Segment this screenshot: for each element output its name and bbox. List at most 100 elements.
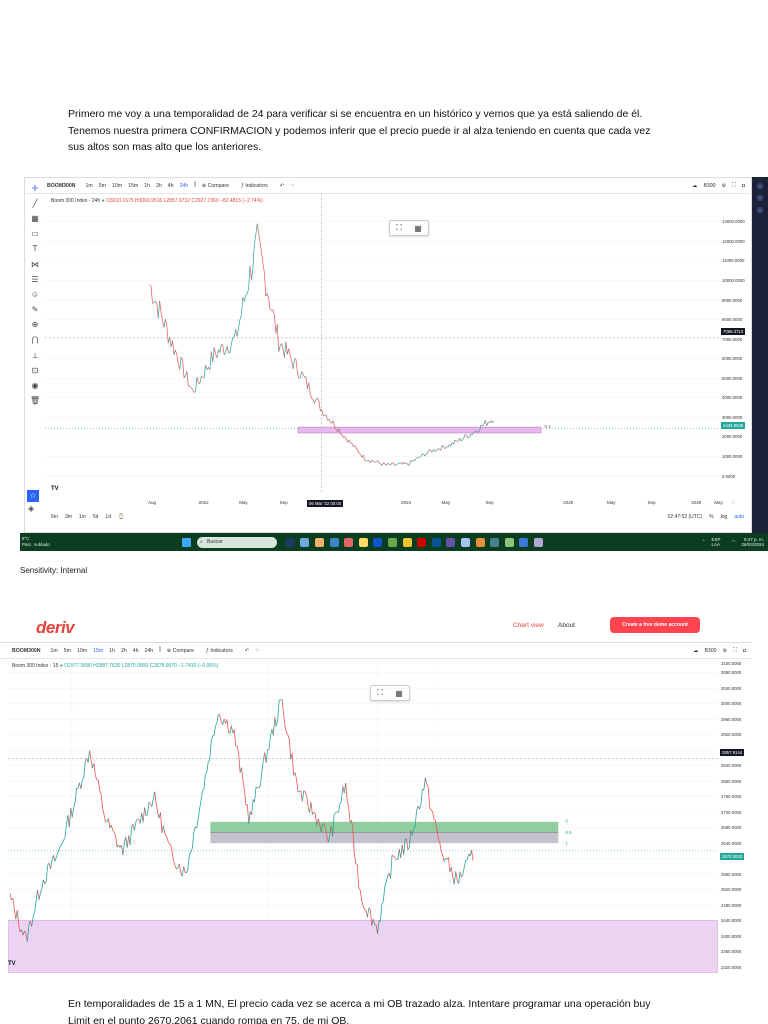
clock[interactable]: 9:47 p. m. 26/03/2024 bbox=[741, 537, 764, 548]
taskbar-search[interactable]: ⌕ Buscar bbox=[197, 536, 277, 548]
settings-icon[interactable]: ⚙ bbox=[723, 648, 728, 654]
range-1m[interactable]: 1m bbox=[79, 514, 86, 520]
currency-selector[interactable]: B300 bbox=[704, 648, 716, 654]
timeframe-15m[interactable]: 15m bbox=[93, 648, 103, 654]
range-3m[interactable]: 3m bbox=[65, 514, 72, 520]
taskbar-app-icon[interactable] bbox=[329, 537, 339, 547]
taskbar-app-icon[interactable] bbox=[402, 537, 412, 547]
currency-selector[interactable]: B300 bbox=[703, 183, 715, 189]
timeframe-10m[interactable]: 10m bbox=[112, 183, 122, 189]
percent-toggle[interactable]: % bbox=[709, 514, 713, 520]
timeframe-10m[interactable]: 10m bbox=[77, 648, 87, 654]
sidebar-dot-icon[interactable] bbox=[757, 207, 763, 213]
range-5d[interactable]: 5d bbox=[93, 514, 99, 520]
deriv-logo[interactable]: deriv bbox=[36, 618, 75, 638]
redo-icon[interactable]: ↷ bbox=[290, 183, 294, 189]
taskbar-app-icon[interactable] bbox=[446, 537, 456, 547]
taskbar-app-icon[interactable] bbox=[533, 537, 543, 547]
layers-icon[interactable]: ◈ bbox=[28, 504, 34, 513]
compare-button[interactable]: ⊕ Compare bbox=[167, 648, 200, 654]
auto-toggle[interactable]: auto bbox=[734, 514, 744, 520]
chart1-plot[interactable]: 0.1 TV bbox=[45, 194, 720, 494]
taskbar-app-icon[interactable] bbox=[431, 537, 441, 547]
taskbar-app-icon[interactable] bbox=[314, 537, 324, 547]
timeframe-4h[interactable]: 4h bbox=[133, 648, 139, 654]
taskbar-app-icon[interactable] bbox=[344, 537, 354, 547]
taskbar-app-icon[interactable] bbox=[300, 537, 310, 547]
taskbar-app-icon[interactable] bbox=[519, 537, 529, 547]
timeframe-4h[interactable]: 4h bbox=[168, 183, 174, 189]
text-icon[interactable]: T bbox=[30, 244, 40, 254]
create-demo-account-button[interactable]: Create a free demo account bbox=[610, 617, 700, 633]
taskbar-app-icon[interactable] bbox=[460, 537, 470, 547]
range-6m[interactable]: 6m bbox=[51, 514, 58, 520]
magnet-icon[interactable]: ⋂ bbox=[30, 335, 40, 345]
range-1d[interactable]: 1d bbox=[105, 514, 111, 520]
taskbar-app-icon[interactable] bbox=[490, 537, 500, 547]
zoom-icon[interactable]: ⊕ bbox=[30, 320, 40, 330]
chart1-reset-icon[interactable]: ◌ bbox=[731, 499, 735, 506]
timeframe-24h[interactable]: 24h bbox=[145, 648, 154, 654]
cloud-icon[interactable]: ☁ bbox=[692, 183, 697, 189]
ruler-icon[interactable]: ⟂ bbox=[30, 351, 40, 361]
cloud-icon[interactable]: ☁ bbox=[693, 648, 698, 654]
log-toggle[interactable]: log bbox=[721, 514, 728, 520]
utc-clock[interactable]: 02:47:52 (UTC) bbox=[668, 514, 702, 520]
undo-icon[interactable]: ↶ bbox=[280, 183, 284, 189]
camera-icon[interactable]: ◘ bbox=[742, 183, 745, 189]
chart-view-link[interactable]: Chart view bbox=[513, 622, 544, 629]
trash-icon[interactable]: 🗑 bbox=[30, 396, 40, 406]
timeframe-1m[interactable]: 1m bbox=[86, 183, 93, 189]
fib-icon[interactable]: ☰ bbox=[30, 275, 40, 285]
candle-type-icon[interactable]: ⫿ bbox=[159, 647, 161, 654]
timeframe-5m[interactable]: 5m bbox=[99, 183, 106, 189]
crosshair-icon[interactable]: ✛ bbox=[30, 184, 40, 194]
taskbar-app-icon[interactable] bbox=[373, 537, 383, 547]
emoji-icon[interactable]: ☺ bbox=[30, 290, 40, 300]
timeframe-24h[interactable]: 24h bbox=[180, 183, 189, 189]
compare-button[interactable]: ⊕ Compare bbox=[202, 183, 235, 189]
chart2-plot[interactable]: 00.51 bbox=[8, 659, 718, 973]
date-range-icon[interactable]: ⌚ bbox=[118, 514, 124, 520]
chart1-symbol[interactable]: BOOM300N bbox=[47, 183, 76, 189]
taskbar-app-icon[interactable] bbox=[504, 537, 514, 547]
language-indicator[interactable]: ESP LAA bbox=[712, 537, 726, 547]
tray-chevron-icon[interactable]: ⌃ bbox=[702, 539, 706, 545]
eye-icon[interactable]: ◉ bbox=[30, 381, 40, 391]
start-icon[interactable] bbox=[182, 537, 191, 547]
candle-type-icon[interactable]: ⫿ bbox=[194, 182, 196, 189]
redo-icon[interactable]: ↷ bbox=[255, 648, 259, 654]
timeframe-15m[interactable]: 15m bbox=[128, 183, 138, 189]
rectangle-icon[interactable]: ▭ bbox=[30, 229, 40, 239]
fullscreen-icon[interactable]: ⛶ bbox=[733, 647, 737, 654]
sidebar-dot-icon[interactable] bbox=[757, 183, 763, 189]
indicators-button[interactable]: ƒ Indicators bbox=[206, 648, 239, 654]
timeframe-5m[interactable]: 5m bbox=[64, 648, 71, 654]
timeframe-2h[interactable]: 2h bbox=[156, 183, 162, 189]
timeframe-1h[interactable]: 1h bbox=[109, 648, 115, 654]
grid-tool-icon[interactable]: ▦ bbox=[30, 214, 40, 224]
undo-icon[interactable]: ↶ bbox=[245, 648, 249, 654]
taskbar-app-icon[interactable] bbox=[285, 537, 295, 547]
brush-icon[interactable]: ✎ bbox=[30, 305, 40, 315]
timeframe-1m[interactable]: 1m bbox=[51, 648, 58, 654]
trendline-icon[interactable]: ╱ bbox=[30, 199, 40, 209]
taskbar-app-icon[interactable] bbox=[417, 537, 427, 547]
timeframe-1h[interactable]: 1h bbox=[144, 183, 150, 189]
camera-icon[interactable]: ◘ bbox=[743, 648, 746, 654]
chart2-symbol[interactable]: BOOM300N bbox=[12, 648, 41, 654]
weather-widget[interactable]: 8°C Parc. nublado bbox=[22, 536, 72, 548]
wifi-icon[interactable]: ◠ bbox=[732, 539, 736, 545]
star-icon[interactable]: ☆ bbox=[27, 490, 39, 502]
taskbar-app-icon[interactable] bbox=[358, 537, 368, 547]
indicators-button[interactable]: ƒ Indicators bbox=[241, 183, 274, 189]
lock-icon[interactable]: ⊡ bbox=[30, 366, 40, 376]
pattern-icon[interactable]: ⋈ bbox=[30, 260, 40, 270]
taskbar-app-icon[interactable] bbox=[475, 537, 485, 547]
settings-icon[interactable]: ⚙ bbox=[722, 183, 727, 189]
sidebar-dot-icon[interactable] bbox=[757, 195, 763, 201]
about-link[interactable]: About bbox=[558, 622, 575, 629]
taskbar-app-icon[interactable] bbox=[387, 537, 397, 547]
fullscreen-icon[interactable]: ⛶ bbox=[732, 182, 736, 189]
timeframe-2h[interactable]: 2h bbox=[121, 648, 127, 654]
